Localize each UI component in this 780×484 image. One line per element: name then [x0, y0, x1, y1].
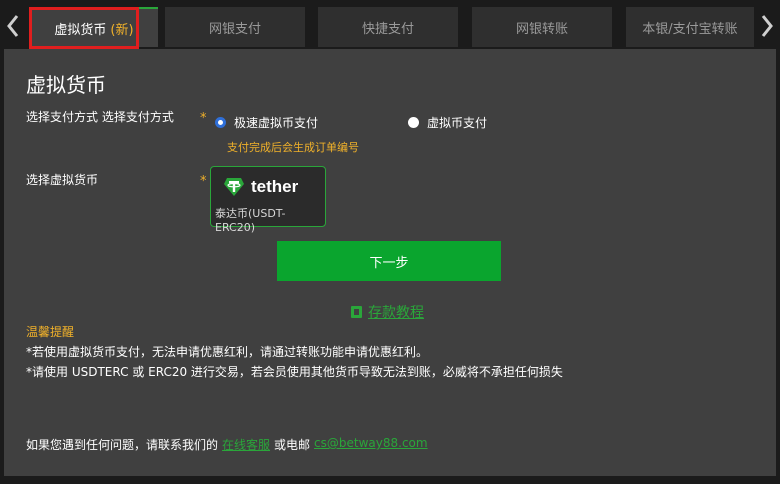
- document-icon: [351, 306, 362, 318]
- live-chat-link[interactable]: 在线客服: [222, 436, 270, 453]
- payment-method-label: 选择支付方式 选择支付方式: [26, 110, 174, 124]
- required-mark: *: [200, 174, 207, 189]
- tab-quick-pay[interactable]: 快捷支付: [318, 7, 458, 47]
- coin-subtitle: 泰达币(USDT-ERC20): [215, 207, 286, 234]
- chevron-right-icon[interactable]: [754, 8, 780, 44]
- tab-label: 快捷支付: [361, 21, 414, 37]
- contact-prefix: 如果您遇到任何问题，请联系我们的: [26, 438, 219, 452]
- payment-tab-bar: 虚拟货币 (新) 网银支付 快捷支付 网银转账 本银/支付宝转账: [0, 0, 780, 50]
- required-mark: *: [200, 111, 207, 126]
- contact-info: 如果您遇到任何问题，请联系我们的 在线客服 或电邮 cs@betway88.co…: [26, 436, 432, 453]
- page-title: 虚拟货币: [26, 73, 106, 97]
- chevron-left-icon[interactable]: [0, 8, 26, 44]
- tip-line-1: *若使用虚拟货币支付，无法申请优惠红利，请通过转账功能申请优惠红利。: [26, 345, 429, 359]
- radio-unselected-icon: [408, 117, 419, 128]
- tether-logo-icon: [224, 178, 244, 196]
- tab-online-banking[interactable]: 网银支付: [165, 7, 305, 47]
- tether-coin-card[interactable]: tether 泰达币(USDT-ERC20): [210, 166, 326, 234]
- tether-brand-text: tether: [251, 177, 299, 196]
- tab-label: 虚拟货币: [54, 22, 107, 38]
- tab-bank-transfer[interactable]: 网银转账: [472, 7, 612, 47]
- deposit-panel: 虚拟货币 选择支付方式 选择支付方式 * 极速虚拟币支付 虚拟币支付 支付完成后…: [4, 49, 776, 476]
- radio-fast-virtual-pay[interactable]: 极速虚拟币支付: [215, 114, 318, 131]
- tutorial-label: 存款教程: [368, 305, 424, 321]
- next-step-button[interactable]: 下一步: [277, 241, 501, 281]
- tips-title: 温馨提醒: [26, 325, 75, 339]
- tab-label: 本银/支付宝转账: [642, 21, 738, 37]
- order-number-hint: 支付完成后会生成订单编号: [227, 141, 359, 154]
- deposit-tutorial-link[interactable]: 存款教程: [350, 302, 424, 322]
- tether-logo: tether: [223, 177, 298, 197]
- tab-label: 网银转账: [515, 21, 568, 37]
- new-badge: (新): [110, 22, 134, 38]
- radio-label: 极速虚拟币支付: [234, 116, 319, 130]
- email-link[interactable]: cs@betway88.com: [314, 436, 428, 453]
- radio-virtual-pay[interactable]: 虚拟币支付: [408, 114, 487, 131]
- tab-alipay-transfer[interactable]: 本银/支付宝转账: [626, 7, 754, 47]
- contact-middle: 或电邮: [274, 438, 311, 452]
- tip-line-2: *请使用 USDTERC 或 ERC20 进行交易，若会员使用其他货币导致无法到…: [26, 365, 563, 379]
- currency-label: 选择虚拟货币: [26, 173, 99, 187]
- radio-label: 虚拟币支付: [427, 116, 488, 130]
- radio-selected-icon: [215, 117, 226, 128]
- tab-label: 网银支付: [208, 21, 261, 37]
- tab-virtual-currency[interactable]: 虚拟货币 (新): [30, 7, 158, 47]
